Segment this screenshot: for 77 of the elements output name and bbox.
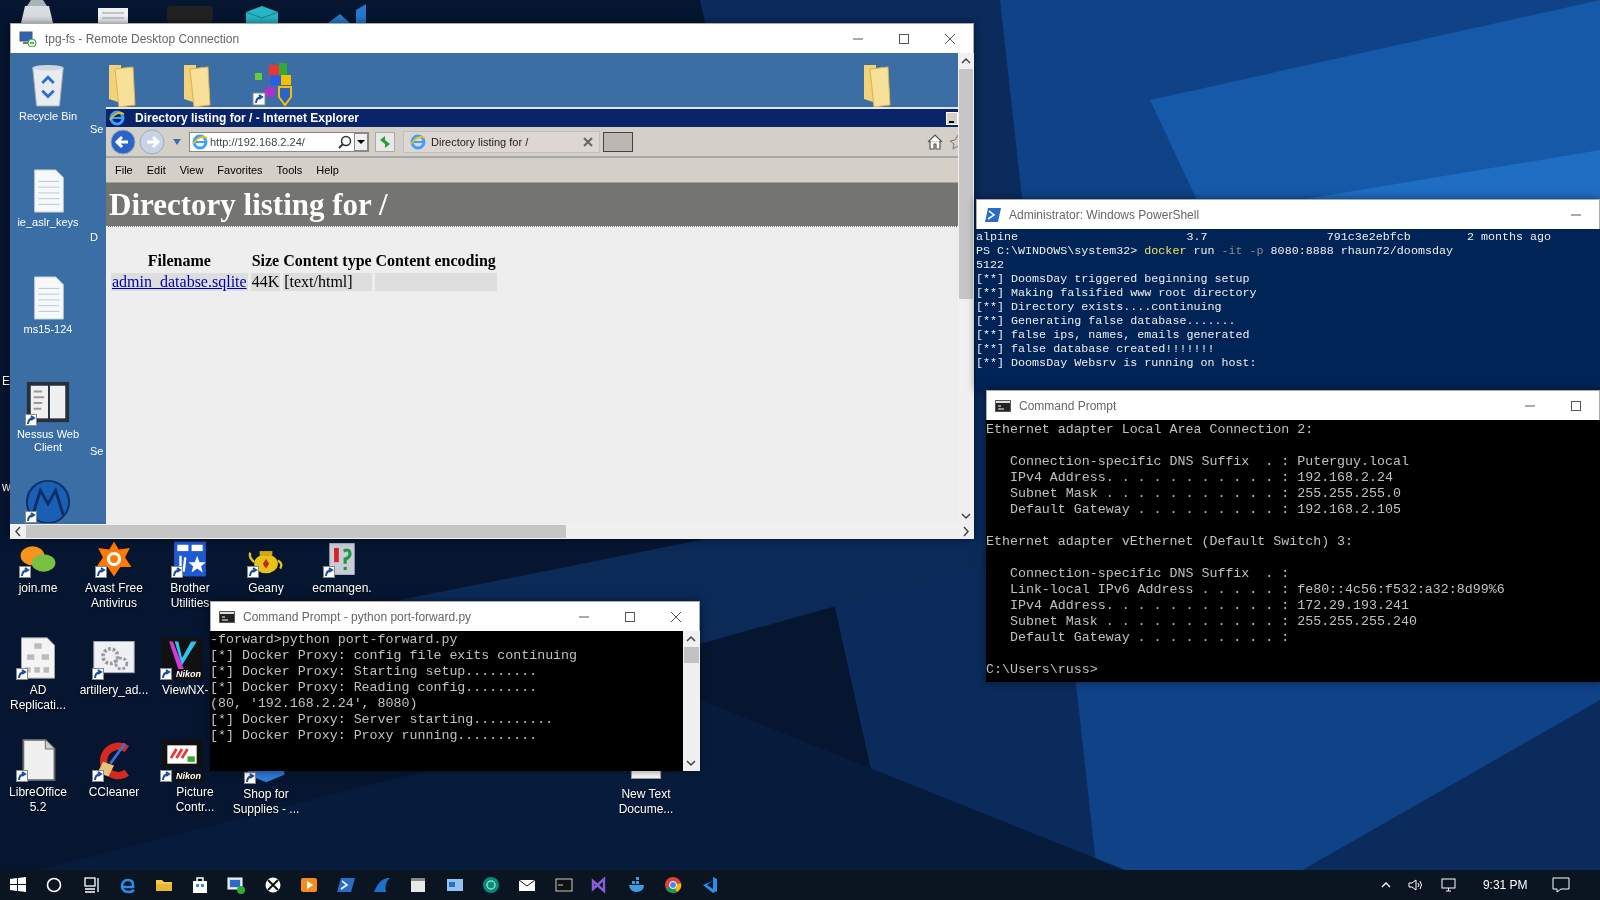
menu-item[interactable]: Favorites xyxy=(217,164,263,176)
icon-label[interactable]: Se xyxy=(90,445,104,458)
icon-label[interactable]: join.me xyxy=(1,581,75,596)
tab-title: Directory listing for / xyxy=(431,135,530,148)
icon-label[interactable]: Shop for Supplies - ... xyxy=(229,787,303,817)
icon-label[interactable]: ecmangen. xyxy=(305,581,379,596)
console-line: IPv4 Address. . . . . . . . . . . : 172.29.193.241 xyxy=(1008,598,1410,614)
window-title: tpg-fs - Remote Desktop Connection xyxy=(45,31,240,46)
icon-label[interactable]: Recycle Bin xyxy=(11,110,85,123)
icon-label[interactable]: Picture Contr... xyxy=(162,785,228,815)
icon-label[interactable]: ViewNX- xyxy=(162,683,209,698)
window-title: Command Prompt - python port-forward.py xyxy=(243,609,472,624)
icon-label[interactable]: E xyxy=(2,374,10,388)
menu-item[interactable]: Tools xyxy=(276,164,303,176)
page-heading: Directory listing for / xyxy=(106,183,958,227)
logo-text: Nikon xyxy=(174,669,204,680)
icon-label[interactable]: AD Replicati... xyxy=(1,683,75,713)
column-header: Content type xyxy=(283,251,372,271)
console-line: Default Gateway . . . . . . . . . : 192.168.2.105 xyxy=(1008,502,1402,518)
console-line: Ethernet adapter vEthernet (Default Switch) 3: xyxy=(986,534,1355,550)
icon-label[interactable]: w xyxy=(2,480,11,494)
icon-label[interactable]: Brother Utilities xyxy=(153,581,227,611)
console-line: (80, '192.168.2.24', 8080) xyxy=(210,696,419,712)
console-line: [**] DoomsDay Websrv is running on host: xyxy=(976,356,1258,370)
console-line: IPv4 Address. . . . . . . . . . . : 192.168.2.24 xyxy=(1008,470,1394,486)
address-field[interactable]: http://192.168.2.24/ xyxy=(210,135,336,148)
file-link[interactable]: admin_databse.sqlite xyxy=(112,273,247,290)
icon-label[interactable]: D xyxy=(90,231,98,244)
console-line: [*] Docker Proxy: Reading config......... xyxy=(210,680,539,696)
console-line: [*] Docker Proxy: Starting setup......... xyxy=(210,664,539,680)
icon-label[interactable]: Geany xyxy=(229,581,303,596)
window-title: Directory listing for / - Internet Explorer xyxy=(135,111,360,125)
console-line: [*] Docker Proxy: config file exits continuing xyxy=(210,648,579,664)
column-header: Size xyxy=(250,251,281,271)
window-title: Administrator: Windows PowerShell xyxy=(1009,207,1200,222)
console-line: [**] Making falsified www root directory xyxy=(976,286,1258,300)
menu-item[interactable]: File xyxy=(115,164,133,176)
browser-tab[interactable]: Directory listing for / xyxy=(403,130,600,153)
console-line: Default Gateway . . . . . . . . . : xyxy=(1008,630,1291,646)
console-line: [**] Generating false database....... xyxy=(976,314,1237,328)
icon-label[interactable]: artillery_ad... xyxy=(77,683,151,698)
clock[interactable]: 9:31 PM xyxy=(1482,878,1528,892)
menu-item[interactable]: View xyxy=(179,164,204,176)
icon-label[interactable]: LibreOffice 5.2 xyxy=(1,785,75,815)
console-line: PS C:\WINDOWS\system32> docker run -it -p 8080:8888 rhaun72/doomsday xyxy=(976,244,1454,258)
console-line: [**] false database created!!!!!!! xyxy=(976,342,1216,356)
console-line: Subnet Mask . . . . . . . . . . . : 255.255.255.0 xyxy=(1008,486,1402,502)
console-line: alpine 3.7 791c3e2ebfcb 2 months ago xyxy=(976,230,1553,244)
console-line: Subnet Mask . . . . . . . . . . . : 255.255.255.240 xyxy=(1008,614,1418,630)
console-line: Link-local IPv6 Address . . . . . : fe80::4c56:f532:a32:8d99%6 xyxy=(1008,582,1506,598)
console-line: Ethernet adapter Local Area Connection 2: xyxy=(986,422,1315,438)
icon-label[interactable]: Nessus Web Client xyxy=(11,428,85,454)
console-line: [**] Directory exists....continuing xyxy=(976,300,1223,314)
address-bar[interactable]: http://192.168.2.24/ xyxy=(189,131,369,152)
console-line: -forward>python port-forward.py xyxy=(210,632,459,648)
icon-label[interactable]: ms15-124 xyxy=(11,323,85,336)
console-line: [*] Docker Proxy: Proxy running.......... xyxy=(210,728,539,744)
console-line: [**] false ips, names, emails generated xyxy=(976,328,1251,342)
menu-item[interactable]: Edit xyxy=(146,164,166,176)
column-header: Content encoding xyxy=(374,251,497,271)
table-cell: [text/html] xyxy=(283,273,372,291)
console-line: Connection-specific DNS Suffix . : xyxy=(1008,566,1291,582)
column-header: Filename xyxy=(146,251,212,271)
icon-label[interactable]: CCleaner xyxy=(77,785,151,800)
console-line: 5122 xyxy=(976,258,1006,272)
icon-label[interactable]: Se xyxy=(90,123,104,136)
console-line: [**] DoomsDay triggered beginning setup xyxy=(976,272,1251,286)
menu-item[interactable]: Help xyxy=(316,164,339,176)
console-line: [*] Docker Proxy: Server starting.......... xyxy=(210,712,555,728)
logo-text: Nikon xyxy=(174,771,204,782)
window-title: Command Prompt xyxy=(1019,398,1117,413)
icon-label[interactable]: New Text Docume... xyxy=(609,787,683,817)
table-cell: 44K xyxy=(250,273,281,291)
console-line: C:\Users\russ> xyxy=(986,662,1099,678)
console-line: Connection-specific DNS Suffix . : Puterguy.local xyxy=(1008,454,1410,470)
icon-label[interactable]: Avast Free Antivirus xyxy=(77,581,151,611)
icon-label[interactable]: ie_aslr_keys xyxy=(11,216,85,229)
